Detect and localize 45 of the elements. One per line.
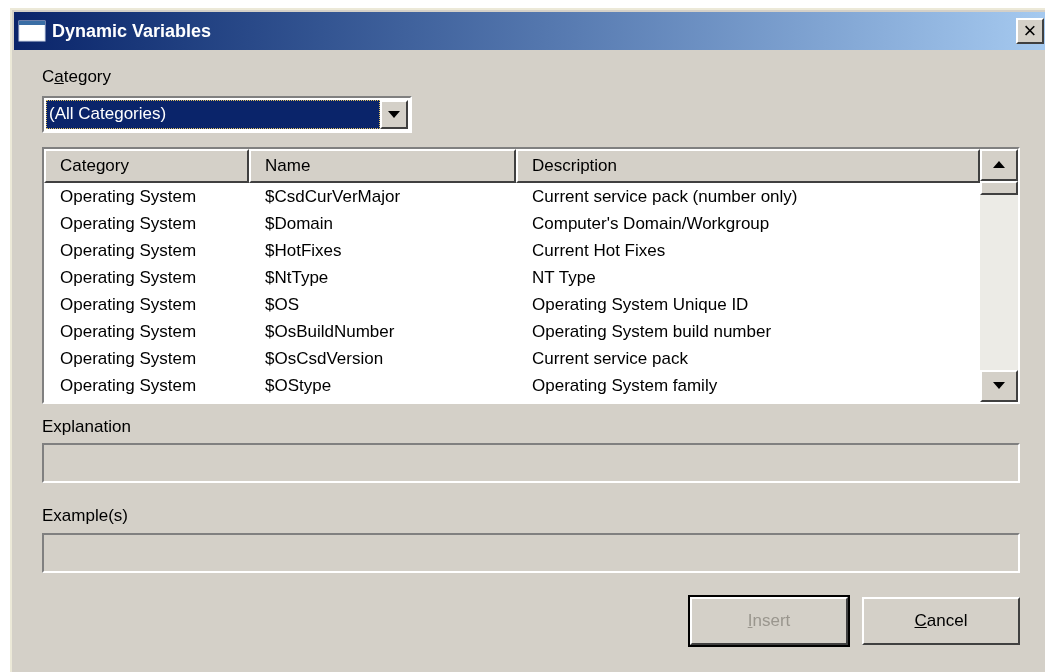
scroll-down-button[interactable] [980,369,1018,402]
table-cell-text: Operating System [59,240,198,263]
table-cell-text: Current Hot Fixes [531,240,667,263]
table-cell-text: Operating System [59,294,198,317]
table-cell-text: $Domain [264,213,335,236]
table-cell-text: $OS [264,294,301,317]
window-icon [18,20,46,42]
close-button[interactable]: × [1016,18,1044,44]
table-cell-text: Operating System [59,186,198,209]
table-cell-text: Operating System [59,375,198,398]
table-cell-text: Current service pack [531,348,689,371]
table-cell-text: Operating System [59,267,198,290]
window-title: Dynamic Variables [52,19,212,43]
table-cell-text: $OStype [264,375,333,398]
scrollbar[interactable] [980,148,1018,402]
table-cell-text: Computer's Domain/Workgroup [531,213,771,236]
table-cell-text: $OsBuildNumber [264,321,396,344]
table-cell-text: Operating System build number [531,321,773,344]
table-cell-text: NT Type [531,267,597,290]
table-cell-text: $HotFixes [264,240,343,263]
table-cell-text: Operating System [59,348,198,371]
table-cell-text: $OsCsdVersion [264,348,385,371]
down-arrow-icon [993,382,1005,389]
table-cell-text: Operating System family [531,375,719,398]
table-cell-text: $NtType [264,267,330,290]
column-header[interactable]: Description [516,148,980,183]
column-header[interactable]: Name [249,148,516,183]
table-cell-text: $CsdCurVerMajor [264,186,402,209]
column-header[interactable]: Category [44,148,249,183]
table-cell-text: Operating System [59,321,198,344]
caret-icon [388,110,400,118]
dropdown-value: (All Categories) [46,99,380,129]
category-label: Category [42,66,112,88]
explanation-label: Explanation [42,415,132,438]
dialog-button[interactable]: Cancel [862,596,1020,645]
category-dropdown[interactable]: (All Categories) [42,95,412,133]
table-cell-text: Operating System [59,213,198,236]
dropdown-arrow-button[interactable] [380,99,408,129]
examples-field[interactable] [42,532,1020,573]
table-cell-text: Operating System Unique ID [531,294,750,317]
explanation-field[interactable] [42,443,1020,483]
table-cell-text: Current service pack (number only) [531,186,799,209]
up-arrow-icon [993,161,1005,168]
examples-label: Example(s) [42,505,129,527]
scroll-up-button[interactable] [980,148,1018,181]
